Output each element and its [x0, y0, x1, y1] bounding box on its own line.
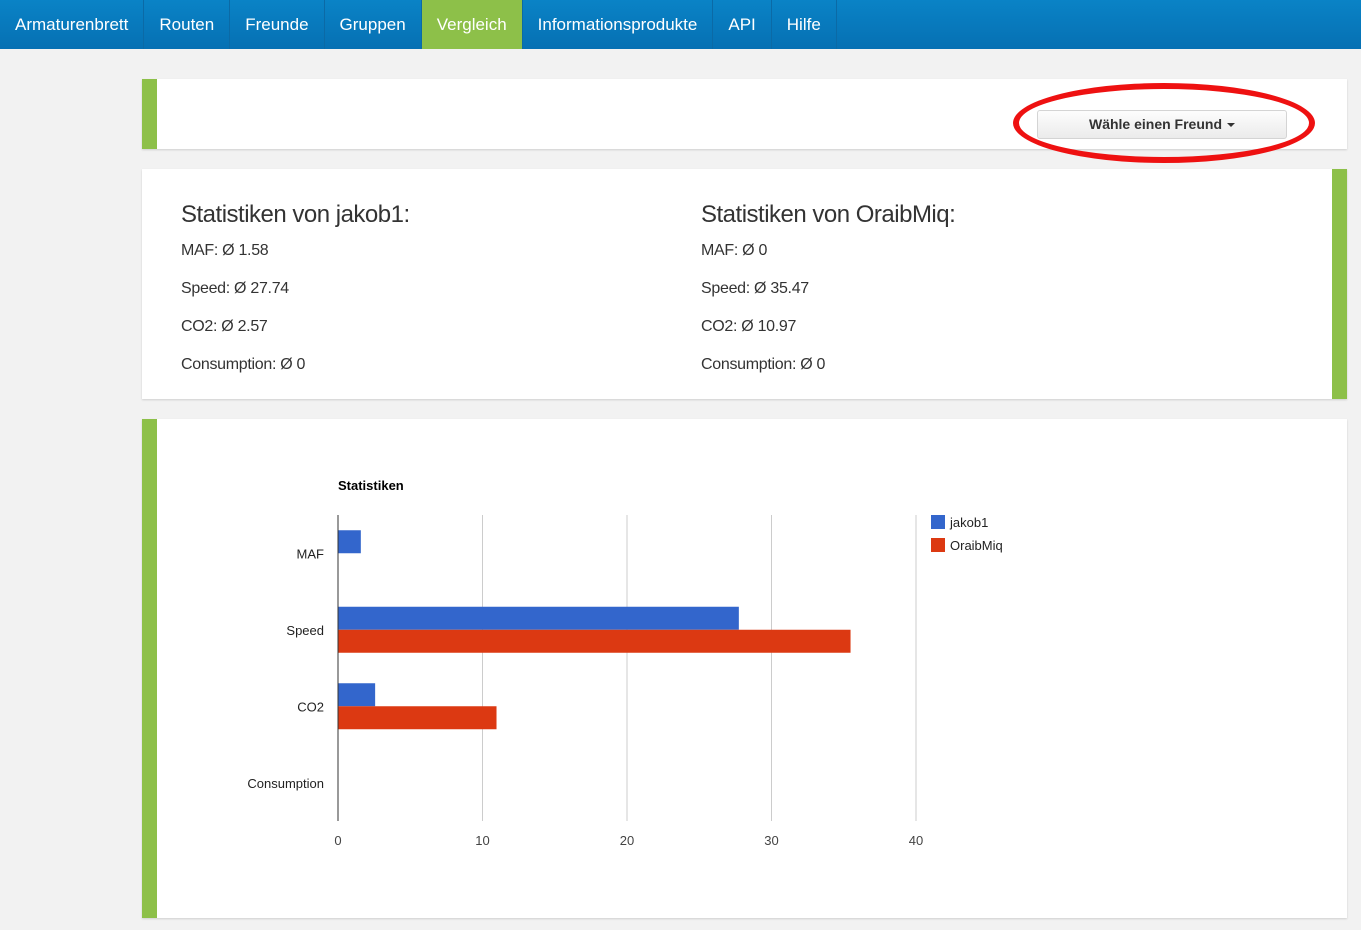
y-category-label: CO2	[297, 699, 324, 714]
caret-down-icon	[1227, 123, 1235, 128]
bar-jakob1-co2	[338, 683, 376, 707]
nav-item-routen[interactable]: Routen	[144, 0, 231, 49]
bar-oraibmiq-speed	[338, 629, 851, 653]
stat-co2-left: CO2: Ø 2.57	[181, 318, 268, 335]
legend-swatch-oraibmiq	[931, 538, 945, 552]
stats-oraibmiq: Statistiken von OraibMiq: MAF: Ø 0 Speed…	[701, 201, 956, 395]
chart-panel: Statistiken 0 10 20 30 40 MAF Speed CO2 Consumpti…	[142, 419, 1347, 918]
choose-friend-label: Wähle einen Freund	[1088, 116, 1222, 132]
bar-jakob1-maf	[338, 530, 361, 554]
x-tick-label: 30	[764, 833, 778, 848]
y-category-label: MAF	[297, 546, 325, 561]
statistics-panel: Statistiken von jakob1: MAF: Ø 1.58 Spee…	[142, 169, 1347, 399]
stats-title-left: Statistiken von jakob1:	[181, 201, 410, 228]
x-tick-label: 10	[475, 833, 489, 848]
legend-swatch-jakob1	[931, 515, 945, 529]
friend-select-panel: Wähle einen Freund	[142, 79, 1347, 149]
nav-item-gruppen[interactable]: Gruppen	[325, 0, 422, 49]
stat-consumption-left: Consumption: Ø 0	[181, 356, 306, 373]
bar-oraibmiq-co2	[338, 706, 497, 730]
bar-jakob1-speed	[338, 606, 739, 630]
stat-maf-left: MAF: Ø 1.58	[181, 242, 269, 259]
x-tick-label: 40	[909, 833, 923, 848]
nav-item-api[interactable]: API	[713, 0, 772, 49]
stat-maf-right: MAF: Ø 0	[701, 242, 768, 259]
choose-friend-dropdown[interactable]: Wähle einen Freund	[1037, 110, 1287, 139]
statistics-bar-chart: Statistiken 0 10 20 30 40 MAF Speed CO2 Consumpti…	[247, 478, 1003, 848]
top-nav: Armaturenbrett Routen Freunde Gruppen Vergle…	[0, 0, 1361, 49]
stat-consumption-right: Consumption: Ø 0	[701, 356, 826, 373]
stat-speed-left: Speed: Ø 27.74	[181, 280, 289, 297]
nav-item-freunde[interactable]: Freunde	[230, 0, 325, 49]
nav-item-informationsprodukte[interactable]: Informationsprodukte	[523, 0, 714, 49]
nav-item-vergleich[interactable]: Vergleich	[421, 0, 523, 49]
legend-label-oraibmiq: OraibMiq	[950, 538, 1003, 553]
nav-item-armaturenbrett[interactable]: Armaturenbrett	[0, 0, 145, 49]
x-tick-label: 0	[334, 833, 341, 848]
chart-title: Statistiken	[338, 478, 404, 493]
stat-co2-right: CO2: Ø 10.97	[701, 318, 797, 335]
y-category-label: Consumption	[247, 776, 324, 791]
stats-title-right: Statistiken von OraibMiq:	[701, 201, 956, 228]
legend-label-jakob1: jakob1	[949, 515, 988, 530]
stat-speed-right: Speed: Ø 35.47	[701, 280, 809, 297]
nav-item-hilfe[interactable]: Hilfe	[772, 0, 837, 49]
stats-jakob1: Statistiken von jakob1: MAF: Ø 1.58 Spee…	[181, 201, 410, 395]
x-tick-label: 20	[620, 833, 634, 848]
y-category-label: Speed	[286, 623, 324, 638]
